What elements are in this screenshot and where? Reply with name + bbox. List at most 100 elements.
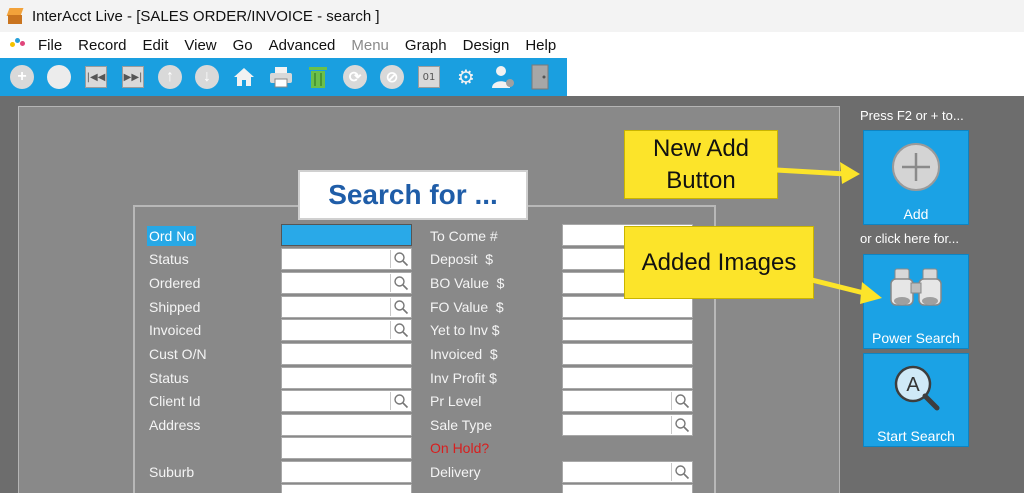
add-icon: + xyxy=(10,65,34,89)
delivery-input[interactable] xyxy=(562,461,693,483)
label-suburb: Suburb xyxy=(149,464,195,480)
previous-button[interactable]: ↑ xyxy=(156,63,184,91)
address-line-2-input[interactable] xyxy=(281,437,412,459)
start-search-button[interactable]: A Start Search xyxy=(863,353,969,447)
refresh-button[interactable]: ⟳ xyxy=(341,63,369,91)
invoiced-input[interactable] xyxy=(281,319,412,341)
counter-icon: 01 xyxy=(418,66,440,88)
print-button[interactable] xyxy=(267,63,295,91)
label-invoiced-amount: Invoiced $ xyxy=(430,346,498,362)
svg-text:A: A xyxy=(906,374,920,396)
menu-file[interactable]: File xyxy=(38,37,62,54)
inv-profit-input[interactable] xyxy=(562,367,693,389)
start-search-label: Start Search xyxy=(877,428,955,444)
app-cube-icon xyxy=(6,7,24,25)
label-delivery: Delivery xyxy=(430,464,481,480)
lookup-search-icon[interactable] xyxy=(671,463,691,481)
label-pr-level: Pr Level xyxy=(430,393,482,409)
up-icon: ↑ xyxy=(158,65,182,89)
home-icon xyxy=(234,68,254,86)
label-sale-type: Sale Type xyxy=(430,417,493,433)
search-heading: Search for ... xyxy=(298,170,528,220)
toolbar: + |◀◀ ▶▶| ↑ ↓ ⟳ ⊘ 01 ⚙ xyxy=(0,58,567,96)
menu-graph[interactable]: Graph xyxy=(405,37,447,54)
label-ordered: Ordered xyxy=(149,275,201,291)
add-record-button[interactable]: + xyxy=(8,63,36,91)
menu-menu[interactable]: Menu xyxy=(351,37,389,54)
menu-help[interactable]: Help xyxy=(525,37,556,54)
fo-value-input[interactable] xyxy=(562,296,693,318)
client-id-input[interactable] xyxy=(281,390,412,412)
yet-to-inv-input[interactable] xyxy=(562,319,693,341)
last-record-button[interactable]: ▶▶| xyxy=(119,63,147,91)
next-right-input[interactable] xyxy=(562,484,693,493)
label-cust-on: Cust O/N xyxy=(149,346,207,362)
user-settings-icon xyxy=(492,66,514,88)
arrow-to-binoculars-icon xyxy=(812,277,882,304)
refresh-icon: ⟳ xyxy=(343,65,367,89)
menu-view[interactable]: View xyxy=(184,37,216,54)
pr-level-input[interactable] xyxy=(562,390,693,412)
status-2-input[interactable] xyxy=(281,367,412,389)
cust-on-input[interactable] xyxy=(281,343,412,365)
suburb-input[interactable] xyxy=(281,461,412,483)
menu-design[interactable]: Design xyxy=(463,37,510,54)
ord-no-input[interactable] xyxy=(281,224,412,246)
print-icon xyxy=(270,67,292,88)
user-settings-button[interactable] xyxy=(489,63,517,91)
menu-go[interactable]: Go xyxy=(233,37,253,54)
label-deposit: Deposit $ xyxy=(430,251,494,267)
lookup-search-icon[interactable] xyxy=(390,392,410,410)
app-logo-icon xyxy=(8,36,30,54)
exit-door-icon xyxy=(531,64,549,90)
label-status: Status xyxy=(149,251,189,267)
lookup-search-icon[interactable] xyxy=(390,298,410,316)
lookup-search-icon[interactable] xyxy=(390,321,410,339)
title-bar: InterAcct Live - [SALES ORDER/INVOICE - … xyxy=(0,0,1024,32)
add-circle-icon xyxy=(890,141,942,196)
power-search-label: Power Search xyxy=(872,330,960,346)
delete-button[interactable] xyxy=(304,63,332,91)
cancel-button[interactable]: ⊘ xyxy=(378,63,406,91)
label-invoiced: Invoiced xyxy=(149,322,202,338)
add-button[interactable]: Add xyxy=(863,130,969,225)
lookup-search-icon[interactable] xyxy=(390,250,410,268)
next-input[interactable] xyxy=(281,484,412,493)
add-button-label: Add xyxy=(903,206,929,222)
label-to-come: To Come # xyxy=(430,228,498,244)
remove-record-button[interactable] xyxy=(45,63,73,91)
exit-button[interactable] xyxy=(526,63,554,91)
address-line-1-input[interactable] xyxy=(281,414,412,436)
trash-icon xyxy=(309,67,327,88)
first-record-button[interactable]: |◀◀ xyxy=(82,63,110,91)
cancel-icon: ⊘ xyxy=(380,65,404,89)
shipped-input[interactable] xyxy=(281,296,412,318)
sale-type-input[interactable] xyxy=(562,414,693,436)
label-fo-value: FO Value $ xyxy=(430,299,504,315)
menu-advanced[interactable]: Advanced xyxy=(269,37,336,54)
menu-record[interactable]: Record xyxy=(78,37,126,54)
settings-icon: ⚙ xyxy=(457,65,475,89)
callout-new-add-button: New Add Button xyxy=(624,130,778,199)
arrow-to-add-icon xyxy=(776,162,860,184)
menu-bar: File Record Edit View Go Advanced Menu G… xyxy=(0,32,1024,58)
toolbar-filler xyxy=(567,58,1024,96)
magnifier-a-icon: A xyxy=(889,362,943,415)
label-client-id: Client Id xyxy=(149,393,201,409)
hint-press-f2: Press F2 or + to... xyxy=(860,108,964,123)
status-input[interactable] xyxy=(281,248,412,270)
label-ord-no: Ord No xyxy=(147,226,197,246)
lookup-search-icon[interactable] xyxy=(671,392,691,410)
label-inv-profit: Inv Profit $ xyxy=(430,370,497,386)
menu-edit[interactable]: Edit xyxy=(143,37,169,54)
label-bo-value: BO Value $ xyxy=(430,275,505,291)
invoiced-amount-input[interactable] xyxy=(562,343,693,365)
settings-button[interactable]: ⚙ xyxy=(452,63,480,91)
lookup-search-icon[interactable] xyxy=(671,416,691,434)
label-status-2: Status xyxy=(149,370,189,386)
lookup-search-icon[interactable] xyxy=(390,274,410,292)
counter-button[interactable]: 01 xyxy=(415,63,443,91)
ordered-input[interactable] xyxy=(281,272,412,294)
home-button[interactable] xyxy=(230,63,258,91)
next-button[interactable]: ↓ xyxy=(193,63,221,91)
